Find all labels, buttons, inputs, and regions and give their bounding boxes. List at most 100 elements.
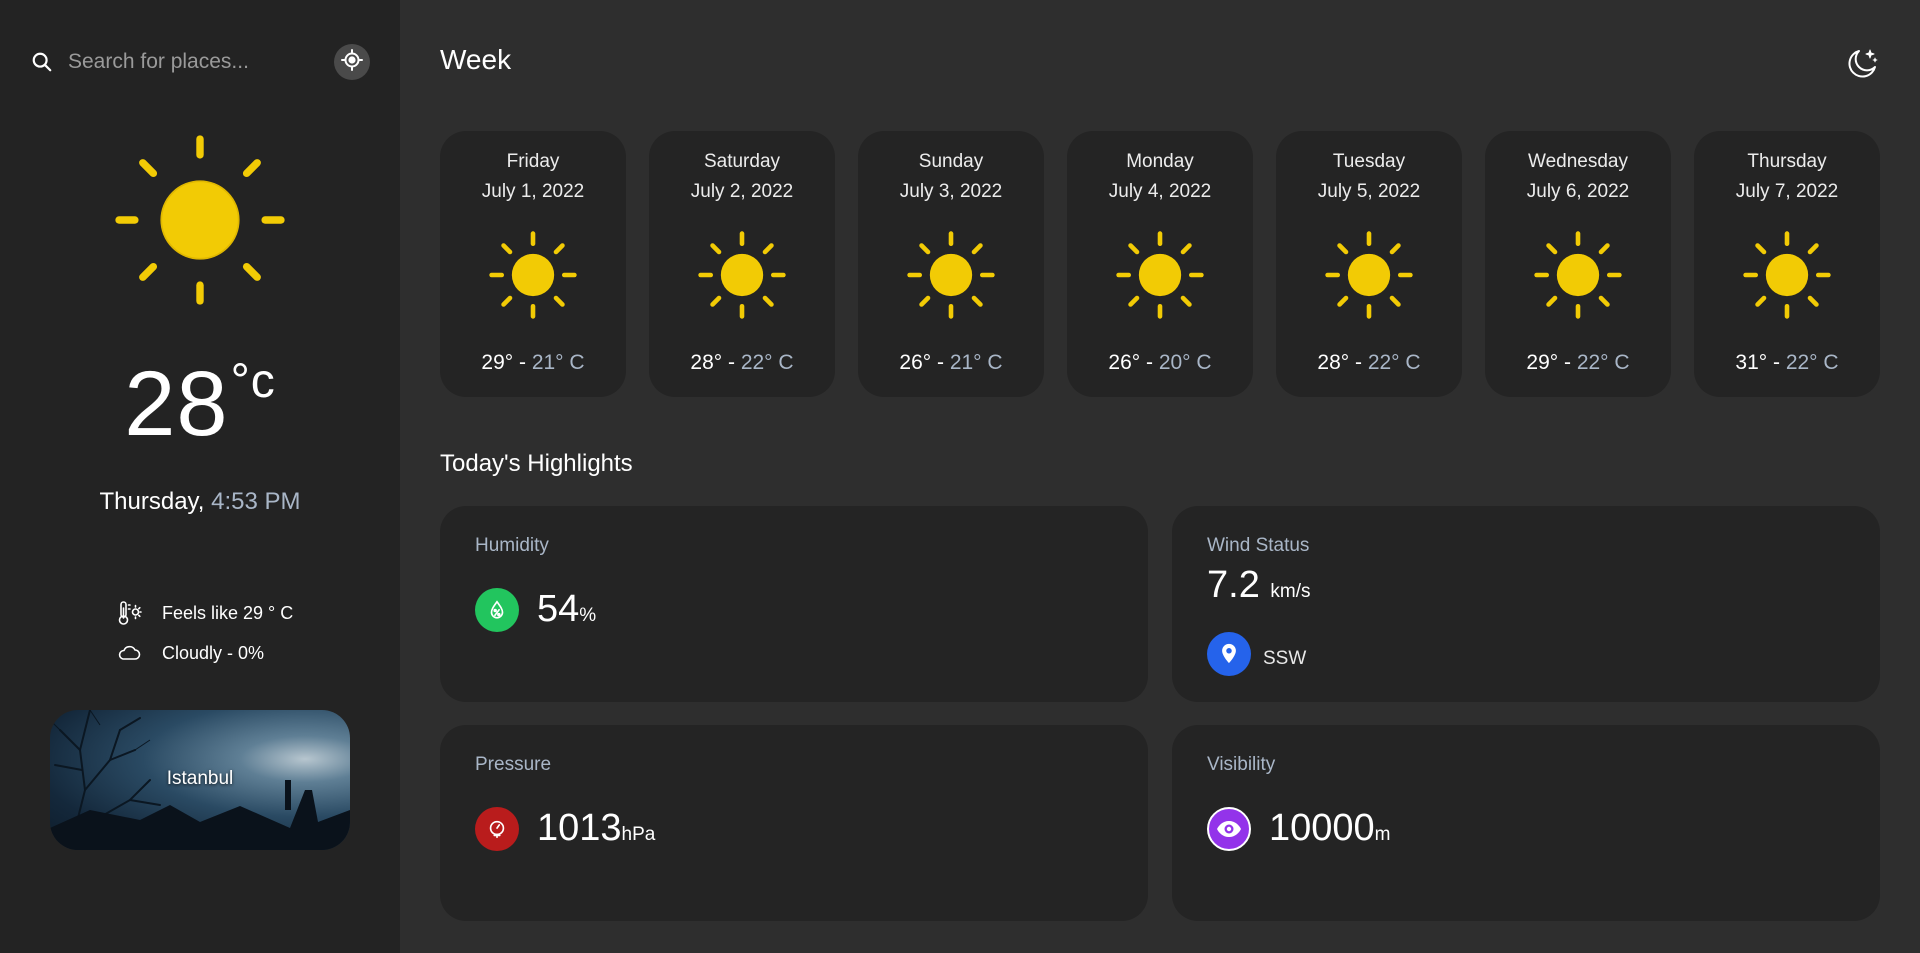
current-datetime: Thursday, 4:53 PM: [0, 488, 400, 516]
pressure-value: 1013hPa: [537, 807, 655, 850]
day-high: 31°: [1735, 351, 1768, 374]
current-time: 4:53 PM: [211, 488, 301, 515]
visibility-value: 10000m: [1269, 807, 1391, 850]
day-temperature: 29° - 21° C: [440, 351, 626, 375]
city-image-card: Istanbul: [50, 710, 350, 850]
temperature-separator: -: [1558, 351, 1577, 374]
location-pin-icon: [1207, 632, 1251, 676]
temperature-value: 28: [124, 353, 229, 455]
visibility-unit: m: [1374, 824, 1391, 845]
feels-like-row: Feels like 29 ° C: [116, 600, 293, 626]
humidity-unit: %: [579, 605, 597, 626]
day-low: 22° C: [740, 351, 794, 374]
day-name: Saturday: [703, 151, 781, 172]
day-name: Friday: [506, 151, 560, 172]
day-high: 28°: [1317, 351, 1350, 374]
humidity-card: Humidity 54%: [440, 506, 1148, 702]
day-name: Wednesday: [1528, 151, 1628, 172]
humidity-label: Humidity: [475, 535, 549, 556]
visibility-label: Visibility: [1207, 754, 1276, 775]
sun-icon: [1741, 229, 1833, 321]
gauge-icon: [475, 807, 519, 851]
temperature-separator: -: [1767, 351, 1786, 374]
day-temperature: 29° - 22° C: [1485, 351, 1671, 375]
wind-label: Wind Status: [1207, 535, 1310, 556]
humidity-number: 54: [537, 588, 580, 630]
temperature-separator: -: [1140, 351, 1159, 374]
day-high: 29°: [481, 351, 514, 374]
sun-icon: [1114, 229, 1206, 321]
day-high: 26°: [899, 351, 932, 374]
day-high: 29°: [1526, 351, 1559, 374]
day-temperature: 26° - 20° C: [1067, 351, 1253, 375]
wind-direction: SSW: [1263, 648, 1307, 669]
day-temperature: 28° - 22° C: [1276, 351, 1462, 375]
wind-unit: km/s: [1270, 581, 1311, 602]
sun-icon: [487, 229, 579, 321]
humidity-value: 54%: [537, 588, 596, 631]
day-low: 20° C: [1158, 351, 1212, 374]
day-low: 22° C: [1785, 351, 1839, 374]
visibility-card: Visibility 10000m: [1172, 725, 1880, 921]
day-card[interactable]: Monday July 4, 2022 26° - 20° C: [1067, 131, 1253, 397]
day-temperature: 31° - 22° C: [1694, 351, 1880, 375]
highlights-title: Today's Highlights: [440, 450, 633, 477]
day-card[interactable]: Friday July 1, 2022 29° - 21° C: [440, 131, 626, 397]
day-date: July 6, 2022: [1526, 181, 1630, 202]
pressure-label: Pressure: [475, 754, 552, 775]
search-bar: [30, 44, 370, 80]
day-low: 22° C: [1367, 351, 1421, 374]
week-forecast: Friday July 1, 2022 29° - 21° C Saturday…: [440, 131, 1880, 397]
week-title: Week: [440, 44, 512, 75]
day-date: July 3, 2022: [899, 181, 1003, 202]
day-temperature: 28° - 22° C: [649, 351, 835, 375]
sidebar: 28°c Thursday, 4:53 PM Feels like 29 ° C: [0, 0, 400, 953]
search-input[interactable]: [68, 47, 318, 77]
current-temperature: 28°c: [0, 352, 400, 457]
sun-icon: [905, 229, 997, 321]
day-card[interactable]: Tuesday July 5, 2022 28° - 22° C: [1276, 131, 1462, 397]
sun-icon: [1532, 229, 1624, 321]
day-card[interactable]: Saturday July 2, 2022 28° - 22° C: [649, 131, 835, 397]
temperature-separator: -: [931, 351, 950, 374]
day-high: 28°: [690, 351, 723, 374]
temperature-separator: -: [1349, 351, 1368, 374]
day-name: Sunday: [918, 151, 984, 172]
day-card[interactable]: Sunday July 3, 2022 26° - 21° C: [858, 131, 1044, 397]
day-card[interactable]: Wednesday July 6, 2022 29° - 22° C: [1485, 131, 1671, 397]
day-low: 21° C: [531, 351, 585, 374]
day-low: 22° C: [1576, 351, 1630, 374]
day-name: Thursday: [1747, 151, 1827, 172]
theme-toggle-button[interactable]: [1844, 46, 1880, 82]
sun-icon: [696, 229, 788, 321]
wind-card: Wind Status 7.2 km/s SSW: [1172, 506, 1880, 702]
temperature-separator: -: [722, 351, 741, 374]
current-location-button[interactable]: [334, 44, 370, 80]
feels-like-text: Feels like 29 ° C: [162, 602, 294, 623]
day-date: July 1, 2022: [481, 181, 585, 202]
crosshair-icon: [340, 48, 364, 77]
day-card[interactable]: Thursday July 7, 2022 31° - 22° C: [1694, 131, 1880, 397]
current-day: Thursday,: [99, 488, 205, 515]
day-date: July 7, 2022: [1735, 181, 1839, 202]
city-name: Istanbul: [166, 768, 234, 789]
day-date: July 4, 2022: [1108, 181, 1212, 202]
search-icon[interactable]: [30, 50, 54, 74]
cloud-text: Cloudly - 0%: [162, 642, 265, 663]
sun-icon: [1323, 229, 1415, 321]
moon-stars-icon: [1844, 49, 1880, 86]
day-low: 21° C: [949, 351, 1003, 374]
pressure-number: 1013: [537, 807, 622, 849]
visibility-number: 10000: [1269, 807, 1375, 849]
wind-value: 7.2 km/s: [1207, 564, 1311, 607]
day-date: July 2, 2022: [690, 181, 794, 202]
cloud-row: Cloudly - 0%: [116, 640, 264, 666]
cloud-icon: [116, 640, 142, 666]
day-high: 26°: [1108, 351, 1141, 374]
day-temperature: 26° - 21° C: [858, 351, 1044, 375]
sun-icon: [112, 132, 288, 308]
eye-icon: [1207, 807, 1251, 851]
day-name: Tuesday: [1332, 151, 1406, 172]
temperature-separator: -: [513, 351, 532, 374]
day-date: July 5, 2022: [1317, 181, 1421, 202]
